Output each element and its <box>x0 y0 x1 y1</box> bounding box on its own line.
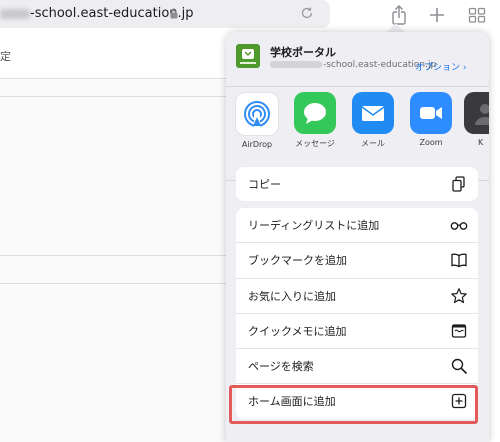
site-url: -school.east-education.jp <box>270 60 436 70</box>
row-label: お気に入りに追加 <box>248 289 336 303</box>
share-app-label: Zoom <box>419 138 443 147</box>
action-add-to-home-screen[interactable]: ホーム画面に追加 <box>236 384 478 418</box>
row-label: クイックメモに追加 <box>248 324 347 338</box>
page-background <box>0 80 230 442</box>
url-text: -school.east-education.jp <box>30 6 194 21</box>
page-divider <box>0 283 230 284</box>
page-divider <box>0 96 230 97</box>
star-icon <box>451 287 467 303</box>
lock-icon <box>170 8 178 19</box>
actions-group: リーディングリストに追加 ブックマークを追加 お気に入りに追加 クイックメモに追… <box>236 208 478 419</box>
share-app-label: メール <box>361 139 385 148</box>
mail-icon <box>352 92 394 134</box>
airdrop-icon <box>235 92 279 136</box>
action-quick-note[interactable]: クイックメモに追加 <box>236 314 478 350</box>
copy-group: コピー <box>236 167 478 202</box>
page-partial-label: 定 <box>0 50 11 63</box>
tabs-overview-icon[interactable] <box>466 4 488 26</box>
share-app-label: AirDrop <box>241 140 273 149</box>
zoom-icon <box>410 92 452 134</box>
options-link[interactable]: オプション › <box>415 60 466 73</box>
address-bar[interactable]: -school.east-education.jp <box>0 0 330 28</box>
share-app-label: K <box>478 138 484 147</box>
glasses-icon <box>450 222 468 230</box>
share-sheet-header: 学校ポータル -school.east-education.jp オプション › <box>226 32 489 87</box>
row-label: ホーム画面に追加 <box>248 395 336 409</box>
row-label: ブックマークを追加 <box>248 254 347 268</box>
copy-row[interactable]: コピー <box>236 167 478 201</box>
share-app-airdrop[interactable]: AirDrop <box>232 92 282 149</box>
row-label: ページを検索 <box>248 360 314 374</box>
share-sheet: 学校ポータル -school.east-education.jp オプション ›… <box>226 32 489 442</box>
row-label: コピー <box>248 178 281 191</box>
messages-icon <box>294 92 336 134</box>
share-app-label: メッセージ <box>295 139 335 148</box>
action-add-bookmark[interactable]: ブックマークを追加 <box>236 243 478 279</box>
page-divider <box>0 255 230 256</box>
share-app-messages[interactable]: メッセージ <box>290 92 340 149</box>
action-find-on-page[interactable]: ページを検索 <box>236 349 478 385</box>
row-label: リーディングリストに追加 <box>248 219 380 232</box>
site-logo <box>236 44 260 68</box>
url-redacted-part <box>270 61 322 68</box>
share-app-mail[interactable]: メール <box>348 92 398 149</box>
action-add-favorite[interactable]: お気に入りに追加 <box>236 279 478 314</box>
copy-icon <box>452 176 465 192</box>
share-icon[interactable] <box>388 4 410 26</box>
add-square-icon <box>451 394 467 409</box>
search-icon <box>451 358 467 374</box>
reload-icon[interactable] <box>300 6 314 20</box>
share-app-contact[interactable]: K <box>464 92 489 147</box>
contact-icon <box>464 92 489 134</box>
page-divider <box>0 78 230 79</box>
new-tab-icon[interactable] <box>426 4 448 26</box>
site-title: 学校ポータル <box>270 46 336 59</box>
quick-note-icon <box>451 324 467 338</box>
url-redacted-part <box>0 9 30 19</box>
share-app-zoom[interactable]: Zoom <box>406 92 456 147</box>
book-icon <box>451 253 467 268</box>
action-reading-list[interactable]: リーディングリストに追加 <box>236 208 478 244</box>
